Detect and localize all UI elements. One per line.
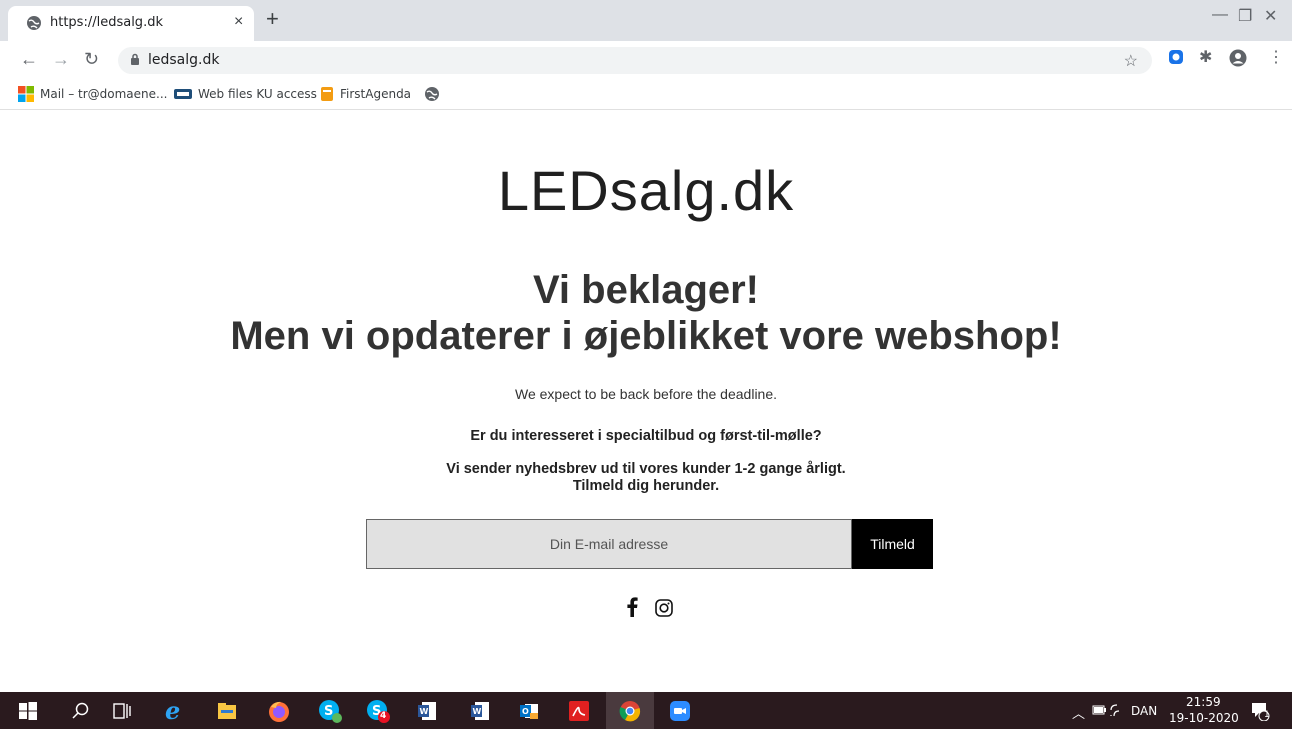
- menu-kebab-icon[interactable]: ⋮: [1268, 47, 1284, 67]
- newsletter-form: Din E-mail adresse Tilmeld: [366, 519, 933, 569]
- close-tab-icon[interactable]: ×: [234, 13, 243, 31]
- tab-title: https://ledsalg.dk: [50, 15, 163, 30]
- site-logo: LEDsalg.dk: [497, 159, 795, 222]
- headline-1: Vi beklager!: [532, 268, 760, 312]
- skype-business-icon[interactable]: S: [366, 699, 390, 723]
- bookmark-firstagenda[interactable]: FirstAgenda: [320, 85, 411, 103]
- svg-text:S: S: [324, 704, 333, 719]
- tray-chevron-icon[interactable]: ︿: [1072, 703, 1085, 722]
- email-input[interactable]: Din E-mail adresse: [366, 519, 852, 569]
- wifi-icon[interactable]: [1109, 703, 1125, 717]
- globe-icon: [27, 16, 41, 30]
- reload-icon[interactable]: ↻: [84, 49, 99, 70]
- restore-icon[interactable]: ❐: [1238, 6, 1252, 26]
- tab-strip: https://ledsalg.dk × + — ❐ ✕: [0, 0, 1292, 41]
- svg-text:W: W: [473, 707, 482, 716]
- new-tab-button[interactable]: +: [266, 8, 279, 30]
- word-icon[interactable]: W: [417, 701, 437, 721]
- svg-text:W: W: [420, 707, 429, 716]
- bookmarks-bar: Mail – tr@domaene... Web files KU access…: [0, 79, 1292, 110]
- firefox-icon[interactable]: [267, 699, 291, 723]
- clock-date[interactable]: 19-10-2020: [1169, 711, 1239, 725]
- task-view-icon[interactable]: [112, 701, 132, 721]
- forward-icon[interactable]: →: [52, 49, 70, 70]
- browser-toolbar: ← → ↻ ledsalg.dk ☆ ✱ ⋮: [0, 41, 1292, 79]
- bookmark-label: Mail – tr@domaene...: [40, 87, 168, 101]
- bookmark-label: FirstAgenda: [340, 87, 412, 101]
- svg-text:O: O: [522, 707, 529, 716]
- windows-start-icon[interactable]: [18, 701, 38, 721]
- zoom-icon[interactable]: [670, 701, 690, 721]
- browser-chrome: https://ledsalg.dk × + — ❐ ✕ ← → ↻ ledsa…: [0, 0, 1292, 110]
- browser-tab[interactable]: https://ledsalg.dk ×: [8, 6, 254, 41]
- skype-icon[interactable]: S: [318, 699, 342, 723]
- globe-icon[interactable]: [424, 86, 440, 102]
- chrome-icon[interactable]: [619, 700, 641, 722]
- input-language[interactable]: DAN: [1131, 704, 1157, 718]
- search-icon[interactable]: [71, 701, 91, 721]
- newsletter-line1: Vi sender nyhedsbrev ud til vores kunder…: [446, 461, 846, 477]
- file-explorer-icon[interactable]: [217, 701, 237, 721]
- close-window-icon[interactable]: ✕: [1264, 6, 1277, 26]
- svg-text:e: e: [165, 699, 180, 723]
- expect-text: We expect to be back before the deadline…: [514, 386, 778, 402]
- extension-shield-icon[interactable]: [1168, 49, 1184, 65]
- page-content: LEDsalg.dk Vi beklager! Men vi opdaterer…: [0, 110, 1292, 692]
- outlook-icon[interactable]: O: [519, 701, 539, 721]
- url-text[interactable]: ledsalg.dk: [148, 52, 219, 68]
- newsletter-line2: Tilmeld dig herunder.: [572, 478, 720, 494]
- internet-explorer-icon[interactable]: e: [164, 699, 188, 723]
- headline-2: Men vi opdaterer i øjeblikket vore websh…: [230, 314, 1062, 358]
- lock-icon: [131, 53, 139, 65]
- extensions-puzzle-icon[interactable]: ✱: [1199, 47, 1212, 67]
- profile-avatar-icon[interactable]: [1229, 49, 1247, 67]
- ku-icon: [174, 89, 192, 99]
- bookmark-star-icon[interactable]: ☆: [1124, 51, 1138, 71]
- address-bar[interactable]: ledsalg.dk ☆: [118, 47, 1152, 74]
- bookmark-label: Web files KU access: [198, 87, 317, 101]
- instagram-icon[interactable]: [655, 599, 673, 617]
- battery-icon[interactable]: [1092, 705, 1106, 715]
- acrobat-icon[interactable]: [569, 701, 589, 721]
- minimize-icon[interactable]: —: [1212, 6, 1228, 24]
- skype-badge-count: 4: [380, 711, 387, 721]
- facebook-icon[interactable]: [626, 597, 638, 617]
- notification-count: 1: [1264, 710, 1270, 720]
- firstagenda-icon: [321, 87, 333, 101]
- bookmark-mail[interactable]: Mail – tr@domaene...: [18, 85, 167, 103]
- interest-text: Er du interesseret i specialtilbud og fø…: [470, 428, 822, 444]
- windows-taskbar: e S S 4 W W O ︿ DAN 21:59 19-10-2020 1: [0, 692, 1292, 729]
- clock-time[interactable]: 21:59: [1186, 695, 1221, 709]
- bookmark-ku[interactable]: Web files KU access: [174, 85, 317, 103]
- word-icon[interactable]: W: [470, 701, 490, 721]
- back-icon[interactable]: ←: [20, 49, 38, 70]
- microsoft-logo-icon: [18, 86, 34, 102]
- subscribe-button[interactable]: Tilmeld: [852, 519, 933, 569]
